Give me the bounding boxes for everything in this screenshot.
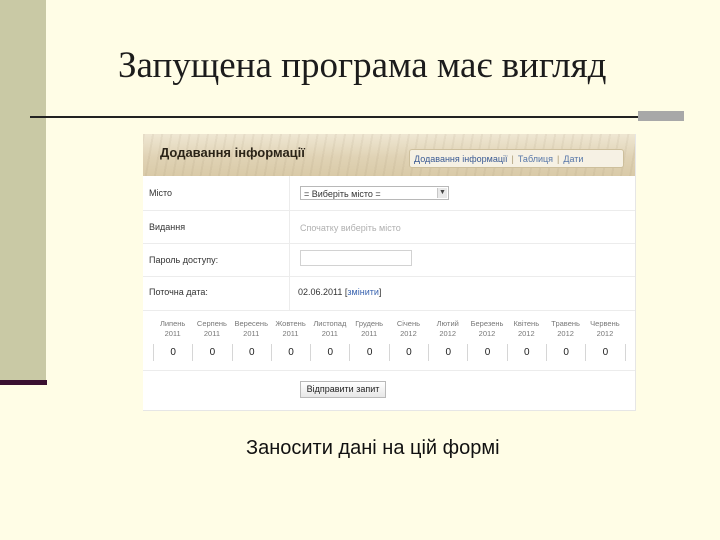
submit-request-button[interactable]: Відправити запит <box>300 381 386 398</box>
month-year: 2012 <box>596 329 614 338</box>
month-header: Листопад 2011 <box>310 319 349 339</box>
month-name: Грудень <box>355 319 384 328</box>
month-year: 2011 <box>203 329 221 338</box>
edition-label: Видання <box>149 222 186 232</box>
tab-table[interactable]: Таблиця <box>514 154 557 164</box>
month-name: Червень <box>590 319 620 328</box>
month-count-cell[interactable]: 0 <box>586 344 626 361</box>
month-year: 2011 <box>321 329 338 338</box>
month-header: Лютий 2012 <box>428 319 467 339</box>
month-year: 2011 <box>164 329 181 338</box>
month-header: Вересень 2011 <box>232 319 271 339</box>
button-row-divider <box>143 370 635 371</box>
month-name: Травень <box>551 319 580 328</box>
city-select[interactable]: = Виберіть місто = ▼ <box>300 186 449 200</box>
month-count-cell[interactable]: 0 <box>233 344 272 361</box>
date-label: Поточна дата: <box>149 287 208 297</box>
month-count-cell[interactable]: 0 <box>390 344 430 361</box>
date-value: 02.06.2011 <box>298 287 343 297</box>
month-header: Березень 2012 <box>467 319 506 339</box>
month-header: Травень 2012 <box>546 319 585 339</box>
tab-dates[interactable]: Дати <box>559 154 587 164</box>
date-row: Поточна дата: <box>143 276 635 311</box>
month-header: Жовтень 2011 <box>271 319 310 339</box>
form-screenshot: Додавання інформації Додавання інформаці… <box>143 134 636 411</box>
month-count-cell[interactable]: 0 <box>154 344 194 361</box>
month-count-cell[interactable]: 0 <box>547 344 587 361</box>
password-input[interactable] <box>300 250 412 266</box>
month-header: Грудень 2011 <box>349 319 388 339</box>
title-divider <box>30 116 684 118</box>
month-name: Лютий <box>436 319 459 328</box>
month-year: 2011 <box>243 329 260 338</box>
month-header: Квітень 2012 <box>507 319 546 339</box>
month-year: 2012 <box>478 329 496 338</box>
month-year: 2011 <box>282 329 299 338</box>
month-name: Листопад <box>313 319 347 328</box>
month-year: 2012 <box>557 329 574 338</box>
month-count-cell[interactable]: 0 <box>429 344 469 361</box>
slide-caption: Заносити дані на цій формі <box>246 437 500 459</box>
city-select-value: = Виберіть місто = <box>304 189 381 199</box>
month-header: Червень 2012 <box>585 319 624 339</box>
month-name: Вересень <box>234 319 268 328</box>
bracket-close: ] <box>378 287 382 297</box>
month-name: Квітень <box>513 319 540 328</box>
month-name: Липень <box>159 319 186 328</box>
chevron-down-icon[interactable]: ▼ <box>437 188 447 198</box>
column-divider <box>289 176 290 310</box>
month-year: 2012 <box>439 329 457 338</box>
month-count-cell[interactable]: 0 <box>193 344 233 361</box>
month-count-cell[interactable]: 0 <box>508 344 547 361</box>
edition-hint: Спочатку виберіть місто <box>300 223 401 233</box>
password-label: Пароль доступу: <box>149 255 219 265</box>
form-title: Додавання інформації <box>160 145 305 160</box>
month-year: 2012 <box>517 329 535 338</box>
month-header: Серпень 2011 <box>192 319 231 339</box>
month-year: 2012 <box>400 329 417 338</box>
month-header-row: Липень 2011 Серпень 2011 Вересень 2011 Жовт… <box>153 319 625 339</box>
month-name: Жовтень <box>275 319 306 328</box>
month-header: Січень 2012 <box>389 319 428 339</box>
tab-bar: Додавання інформації | Таблиця | Дати <box>409 149 624 168</box>
left-decor-bar <box>0 0 46 382</box>
tab-add-info[interactable]: Додавання інформації <box>410 154 512 164</box>
city-label: Місто <box>149 188 173 198</box>
divider-accent <box>638 111 684 121</box>
month-name: Серпень <box>196 319 227 328</box>
month-name: Березень <box>470 319 504 328</box>
month-count-cell[interactable]: 0 <box>272 344 312 361</box>
change-date-link[interactable]: змінити <box>347 287 378 297</box>
month-count-cell[interactable]: 0 <box>468 344 508 361</box>
month-count-cell[interactable]: 0 <box>311 344 351 361</box>
month-header: Липень 2011 <box>153 319 192 339</box>
month-year: 2011 <box>361 329 378 338</box>
current-date: 02.06.2011 [змінити] <box>298 287 381 297</box>
month-count-cell[interactable]: 0 <box>350 344 390 361</box>
left-decor-accent <box>0 380 47 385</box>
slide-title: Запущена програма має вигляд <box>118 45 607 86</box>
form-header: Додавання інформації Додавання інформаці… <box>143 134 635 176</box>
month-count-row: 0 0 0 0 0 0 0 0 0 0 0 0 <box>153 344 626 361</box>
month-name: Січень <box>396 319 421 328</box>
